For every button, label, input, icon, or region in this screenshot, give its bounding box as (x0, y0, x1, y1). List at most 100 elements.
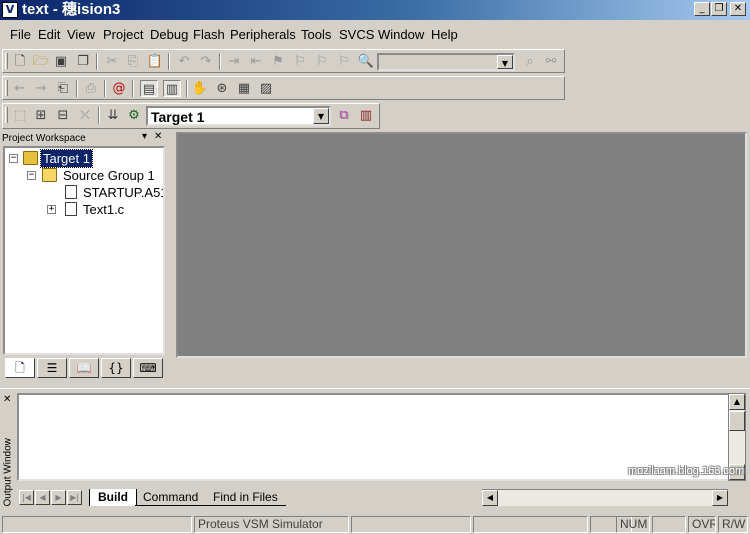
copy-icon[interactable]: ⎘ (124, 53, 142, 70)
menu-peripherals[interactable]: Peripherals (230, 27, 296, 42)
mdi-client-area[interactable] (176, 132, 747, 358)
scroll-left-icon[interactable]: ◀ (482, 490, 498, 506)
toolbar-grip[interactable] (5, 107, 8, 123)
forward-arrow-icon[interactable]: → (32, 80, 50, 97)
collapse-toggle[interactable]: − (27, 171, 36, 180)
output-window-gripper[interactable]: ✕ Output Window (0, 389, 16, 509)
menu-view[interactable]: View (67, 27, 95, 42)
project-tree[interactable]: − Target 1 − Source Group 1 STARTUP.A51 … (3, 146, 165, 355)
rebuild-all-icon[interactable]: ⊟ (54, 107, 72, 124)
minimize-button[interactable]: _ (694, 2, 710, 16)
tree-item-label[interactable]: STARTUP.A51 (81, 184, 163, 201)
pin-icon[interactable]: ▾ (142, 131, 147, 142)
tree-item-file[interactable]: STARTUP.A51 (5, 184, 163, 201)
tab-prev-icon[interactable]: ◀ (35, 490, 50, 505)
debug-toolbar: ← → ⎗ ⎙ @ ▤ ▥ ✋ ⊛ ▦ ▨ (2, 76, 565, 100)
workspace-close-icon[interactable]: ✕ (154, 131, 162, 142)
menu-flash[interactable]: Flash (193, 27, 225, 42)
watch-window-icon[interactable]: ▨ (257, 80, 275, 97)
find-binoculars-icon[interactable]: ⚯ (542, 53, 560, 70)
output-text-area[interactable] (17, 393, 730, 481)
unindent-icon[interactable]: ⇤ (247, 53, 265, 70)
tree-item-label[interactable]: Text1.c (81, 201, 126, 218)
combo-dropdown-icon[interactable]: ▼ (497, 55, 513, 69)
menu-edit[interactable]: Edit (38, 27, 60, 42)
save-all-icon[interactable]: ❐ (74, 53, 92, 70)
build-target-icon[interactable]: ⊞ (32, 107, 50, 124)
toolbar-separator (98, 107, 100, 124)
tree-item-file[interactable]: + Text1.c (5, 201, 163, 218)
download-icon[interactable]: ⇊ (104, 107, 122, 124)
close-button[interactable]: ✕ (730, 2, 746, 16)
collapse-toggle[interactable]: − (9, 154, 18, 163)
scroll-up-icon[interactable]: ▲ (729, 394, 745, 410)
cut-icon[interactable]: ✂ (103, 53, 121, 70)
paste-icon[interactable]: 📋 (146, 53, 164, 70)
print-icon[interactable]: ⎙ (82, 80, 100, 97)
menu-svcs[interactable]: SVCS (339, 27, 374, 42)
tree-item-label[interactable]: Source Group 1 (61, 167, 157, 184)
start-debug-icon[interactable]: @ (110, 80, 128, 97)
memory-window-icon[interactable]: ▦ (235, 80, 253, 97)
save-icon[interactable]: ▣ (52, 53, 70, 70)
menu-help[interactable]: Help (431, 27, 458, 42)
workspace-window-icon[interactable]: ▤ (140, 80, 158, 97)
output-window-icon[interactable]: ▥ (163, 80, 181, 97)
output-close-icon[interactable]: ✕ (3, 394, 11, 405)
output-horizontal-scrollbar[interactable]: ◀ ▶ (482, 489, 728, 506)
new-file-icon[interactable]: 🗋 (11, 53, 29, 70)
incremental-find-icon[interactable]: ⌕ (521, 53, 539, 70)
title-bar[interactable]: V text - 穗ision3 _ ❐ ✕ (0, 0, 750, 20)
find-in-files-icon[interactable]: 🔍 (357, 53, 375, 70)
target-select[interactable]: Target 1 ▼ (146, 106, 331, 126)
menu-window[interactable]: Window (378, 27, 424, 42)
components-icon[interactable]: ⧉ (335, 107, 353, 124)
books-tab[interactable]: 📖 (69, 358, 99, 378)
stop-build-icon[interactable]: ⛌ (76, 107, 94, 124)
options-icon[interactable]: ⚙ (125, 107, 143, 124)
menu-debug[interactable]: Debug (150, 27, 188, 42)
tree-item-target[interactable]: − Target 1 (5, 149, 163, 168)
scroll-thumb[interactable] (729, 411, 745, 431)
status-ovr: OVR (688, 516, 716, 533)
bookmark-prev-icon[interactable]: ⚐ (313, 53, 331, 70)
find-combo[interactable]: ▼ (377, 53, 515, 71)
bookmark-toggle-icon[interactable]: ⚑ (269, 53, 287, 70)
menu-tools[interactable]: Tools (301, 27, 331, 42)
tree-item-group[interactable]: − Source Group 1 (5, 167, 163, 184)
files-tab[interactable]: 🗋 (5, 358, 35, 378)
expand-toggle[interactable]: + (47, 205, 56, 214)
tab-command[interactable]: Command (135, 489, 207, 506)
toolbar-grip[interactable] (5, 53, 8, 69)
combo-dropdown-icon[interactable]: ▼ (313, 108, 329, 124)
breakpoint-icon[interactable]: ⊛ (213, 80, 231, 97)
file-extensions-icon[interactable]: ▥ (357, 107, 375, 124)
tab-last-icon[interactable]: ▶| (67, 490, 82, 505)
functions-tab[interactable]: {} (101, 358, 131, 378)
tab-find-in-files[interactable]: Find in Files (205, 489, 286, 506)
regs-tab[interactable]: ☰ (37, 358, 67, 378)
menu-project[interactable]: Project (103, 27, 143, 42)
scroll-right-icon[interactable]: ▶ (712, 490, 728, 506)
bookmark-clear-icon[interactable]: ⚐ (335, 53, 353, 70)
open-folder-icon[interactable]: 🗁 (32, 53, 50, 70)
toolbar-grip[interactable] (5, 80, 8, 96)
tab-first-icon[interactable]: |◀ (19, 490, 34, 505)
uvision-app-icon[interactable]: V (2, 2, 18, 18)
menu-file[interactable]: File (10, 27, 31, 42)
tree-item-label[interactable]: Target 1 (40, 149, 93, 168)
tab-build[interactable]: Build (89, 489, 137, 506)
indent-icon[interactable]: ⇥ (225, 53, 243, 70)
undo-icon[interactable]: ↶ (175, 53, 193, 70)
status-rw: R/W (718, 516, 748, 533)
toolbar-separator (219, 53, 221, 70)
redo-icon[interactable]: ↷ (197, 53, 215, 70)
browse-icon[interactable]: ⎗ (54, 80, 72, 97)
tab-next-icon[interactable]: ▶ (51, 490, 66, 505)
hand-icon[interactable]: ✋ (191, 80, 209, 97)
bookmark-next-icon[interactable]: ⚐ (291, 53, 309, 70)
restore-button[interactable]: ❐ (711, 2, 727, 16)
back-arrow-icon[interactable]: ← (11, 80, 29, 97)
translate-icon[interactable]: ⬚ (11, 107, 29, 124)
templates-tab[interactable]: ⌨ (133, 358, 163, 378)
